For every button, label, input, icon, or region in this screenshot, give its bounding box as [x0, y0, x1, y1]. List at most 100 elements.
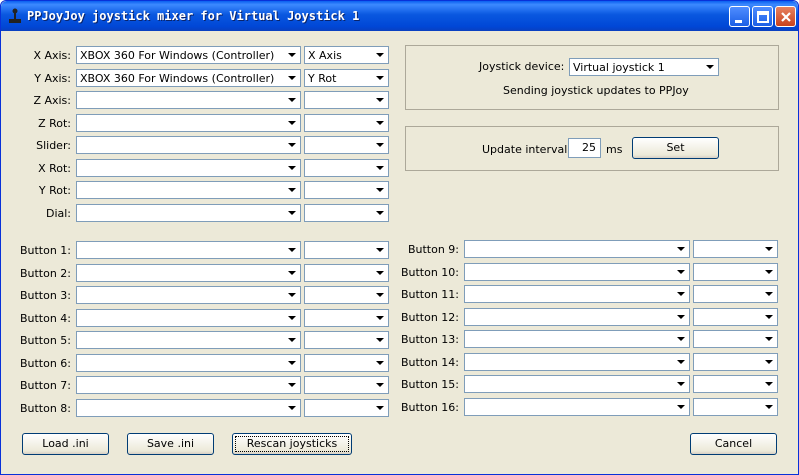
chevron-down-icon[interactable]	[373, 400, 387, 415]
chevron-down-icon[interactable]	[285, 70, 299, 85]
chevron-down-icon[interactable]	[373, 70, 387, 85]
chevron-down-icon[interactable]	[373, 288, 387, 302]
button-target-select[interactable]	[304, 353, 389, 372]
axis-target-select[interactable]	[304, 203, 389, 222]
chevron-down-icon[interactable]	[285, 265, 299, 280]
button-source-select[interactable]	[464, 285, 690, 303]
maximize-button[interactable]	[752, 6, 773, 27]
axis-source-select[interactable]	[76, 113, 301, 132]
chevron-down-icon[interactable]	[373, 333, 387, 347]
axis-source-select[interactable]	[76, 203, 301, 222]
chevron-down-icon[interactable]	[285, 355, 299, 370]
rescan-joysticks-button[interactable]: Rescan joysticks	[232, 433, 352, 455]
chevron-down-icon[interactable]	[285, 378, 299, 392]
chevron-down-icon[interactable]	[285, 183, 299, 197]
button-source-select[interactable]	[76, 286, 301, 304]
button-source-select[interactable]	[464, 375, 690, 393]
chevron-down-icon[interactable]	[285, 93, 299, 107]
chevron-down-icon[interactable]	[373, 265, 387, 280]
chevron-down-icon[interactable]	[373, 138, 387, 152]
button-target-select[interactable]	[693, 285, 778, 303]
chevron-down-icon[interactable]	[285, 115, 299, 130]
button-target-select[interactable]	[304, 263, 389, 282]
button-source-select[interactable]	[76, 376, 301, 394]
button-target-select[interactable]	[304, 331, 389, 349]
axis-target-select[interactable]	[304, 136, 389, 154]
chevron-down-icon[interactable]	[373, 355, 387, 370]
chevron-down-icon[interactable]	[762, 287, 776, 301]
axis-source-select[interactable]	[76, 181, 301, 199]
button-source-select[interactable]	[76, 263, 301, 282]
axis-target-select[interactable]	[304, 113, 389, 132]
button-source-select[interactable]	[76, 241, 301, 259]
axis-target-select[interactable]	[304, 181, 389, 199]
chevron-down-icon[interactable]	[285, 333, 299, 347]
button-target-select[interactable]	[304, 376, 389, 394]
chevron-down-icon[interactable]	[373, 205, 387, 220]
load-ini-button[interactable]: Load .ini	[22, 433, 109, 455]
chevron-down-icon[interactable]	[285, 160, 299, 175]
axis-target-select[interactable]	[304, 158, 389, 177]
save-ini-button[interactable]: Save .ini	[127, 433, 214, 455]
button-target-select[interactable]	[693, 352, 778, 371]
button-target-select[interactable]	[693, 330, 778, 348]
chevron-down-icon[interactable]	[762, 264, 776, 279]
axis-source-select[interactable]	[76, 158, 301, 177]
button-source-select[interactable]	[464, 262, 690, 281]
axis-target-select[interactable]	[304, 91, 389, 109]
chevron-down-icon[interactable]	[373, 93, 387, 107]
button-source-select[interactable]	[464, 240, 690, 258]
chevron-down-icon[interactable]	[674, 242, 688, 256]
chevron-down-icon[interactable]	[674, 332, 688, 346]
title-bar[interactable]: PPJoyJoy joystick mixer for Virtual Joys…	[1, 1, 798, 31]
button-target-select[interactable]	[693, 240, 778, 258]
button-target-select[interactable]	[304, 308, 389, 327]
button-source-select[interactable]	[76, 308, 301, 327]
chevron-down-icon[interactable]	[373, 48, 387, 62]
button-source-select[interactable]	[76, 331, 301, 349]
chevron-down-icon[interactable]	[285, 205, 299, 220]
chevron-down-icon[interactable]	[762, 242, 776, 256]
chevron-down-icon[interactable]	[674, 287, 688, 301]
chevron-down-icon[interactable]	[674, 354, 688, 369]
chevron-down-icon[interactable]	[373, 115, 387, 130]
button-target-select[interactable]	[304, 286, 389, 304]
chevron-down-icon[interactable]	[285, 243, 299, 257]
button-source-select[interactable]	[464, 330, 690, 348]
chevron-down-icon[interactable]	[762, 332, 776, 346]
chevron-down-icon[interactable]	[373, 243, 387, 257]
chevron-down-icon[interactable]	[762, 309, 776, 324]
chevron-down-icon[interactable]	[285, 48, 299, 62]
axis-source-select[interactable]	[76, 91, 301, 109]
button-target-select[interactable]	[304, 398, 389, 417]
joystick-device-select[interactable]: Virtual joystick 1	[569, 58, 719, 76]
button-source-select[interactable]	[464, 397, 690, 416]
chevron-down-icon[interactable]	[762, 399, 776, 414]
axis-source-select[interactable]	[76, 136, 301, 154]
chevron-down-icon[interactable]	[762, 377, 776, 391]
chevron-down-icon[interactable]	[674, 309, 688, 324]
chevron-down-icon[interactable]	[285, 138, 299, 152]
chevron-down-icon[interactable]	[285, 310, 299, 325]
chevron-down-icon[interactable]	[674, 399, 688, 414]
chevron-down-icon[interactable]	[703, 60, 717, 74]
chevron-down-icon[interactable]	[674, 377, 688, 391]
chevron-down-icon[interactable]	[674, 264, 688, 279]
axis-source-select[interactable]: XBOX 360 For Windows (Controller)	[76, 68, 301, 87]
button-target-select[interactable]	[693, 375, 778, 393]
update-interval-input[interactable]: 25	[568, 138, 601, 158]
chevron-down-icon[interactable]	[373, 378, 387, 392]
button-target-select[interactable]	[693, 307, 778, 326]
close-button[interactable]	[775, 6, 796, 27]
chevron-down-icon[interactable]	[285, 288, 299, 302]
minimize-button[interactable]	[729, 6, 750, 27]
axis-source-select[interactable]: XBOX 360 For Windows (Controller)	[76, 46, 301, 64]
chevron-down-icon[interactable]	[373, 183, 387, 197]
axis-target-select[interactable]: X Axis	[304, 46, 389, 64]
cancel-button[interactable]: Cancel	[690, 433, 777, 455]
chevron-down-icon[interactable]	[373, 160, 387, 175]
button-source-select[interactable]	[464, 352, 690, 371]
chevron-down-icon[interactable]	[373, 310, 387, 325]
button-source-select[interactable]	[76, 353, 301, 372]
button-target-select[interactable]	[693, 262, 778, 281]
